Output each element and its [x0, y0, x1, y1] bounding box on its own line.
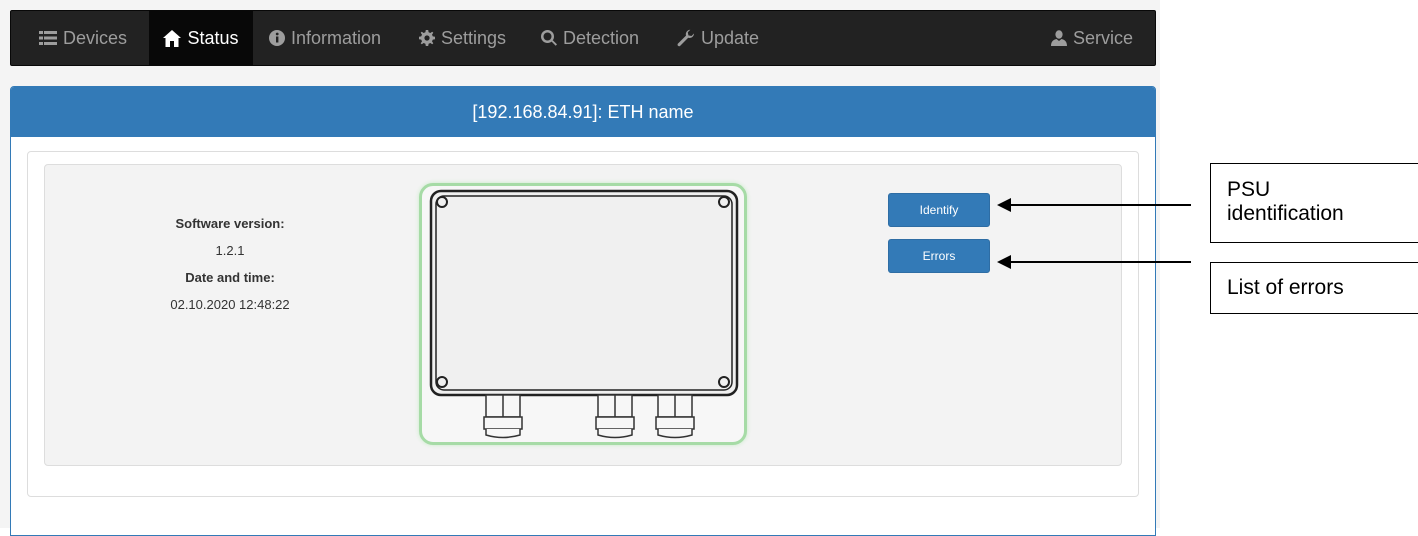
nav-settings-label: Settings	[441, 27, 507, 48]
top-navbar: Devices Status Information Settings Dete…	[10, 10, 1156, 66]
status-well: Software version: 1.2.1 Date and time: 0…	[44, 164, 1122, 466]
errors-arrow-line	[1009, 261, 1191, 263]
panel-body: Software version: 1.2.1 Date and time: 0…	[27, 151, 1139, 497]
identify-button[interactable]: Identify	[888, 193, 990, 227]
psu-callout-line2: identification	[1227, 202, 1344, 225]
psu-callout-line1: PSU	[1227, 178, 1271, 201]
info-icon	[269, 30, 285, 46]
user-icon	[1051, 30, 1067, 46]
nav-update[interactable]: Update	[677, 11, 759, 65]
device-info: Software version: 1.2.1 Date and time: 0…	[115, 210, 345, 318]
date-time-label: Date and time:	[185, 270, 275, 285]
date-time-value: 02.10.2020 12:48:22	[170, 297, 290, 312]
home-icon	[163, 29, 182, 47]
panel-title: [192.168.84.91]: ETH name	[11, 87, 1155, 137]
search-icon	[541, 30, 557, 46]
gear-icon	[419, 30, 435, 46]
nav-information-label: Information	[291, 27, 382, 48]
list-icon	[39, 31, 57, 45]
errors-button[interactable]: Errors	[888, 239, 990, 273]
device-panel: [192.168.84.91]: ETH name Software versi…	[10, 86, 1156, 536]
nav-service-label: Service	[1073, 27, 1134, 48]
nav-detection[interactable]: Detection	[541, 11, 639, 65]
software-version-label: Software version:	[175, 216, 285, 231]
wrench-icon	[677, 29, 694, 47]
psu-identification-callout: PSU identification	[1210, 163, 1418, 243]
psu-device-icon	[429, 189, 739, 439]
nav-information[interactable]: Information	[269, 11, 381, 65]
nav-settings[interactable]: Settings	[419, 11, 506, 65]
psu-arrow-line	[1009, 204, 1191, 206]
errors-callout: List of errors	[1210, 262, 1418, 314]
nav-status-label: Status	[187, 27, 239, 48]
nav-service[interactable]: Service	[1051, 11, 1133, 65]
nav-devices-label: Devices	[63, 27, 128, 48]
nav-devices[interactable]: Devices	[29, 11, 137, 65]
device-image-frame	[419, 183, 747, 445]
nav-update-label: Update	[701, 27, 760, 48]
nav-status[interactable]: Status	[149, 11, 253, 65]
nav-detection-label: Detection	[563, 27, 640, 48]
software-version-value: 1.2.1	[215, 243, 245, 258]
